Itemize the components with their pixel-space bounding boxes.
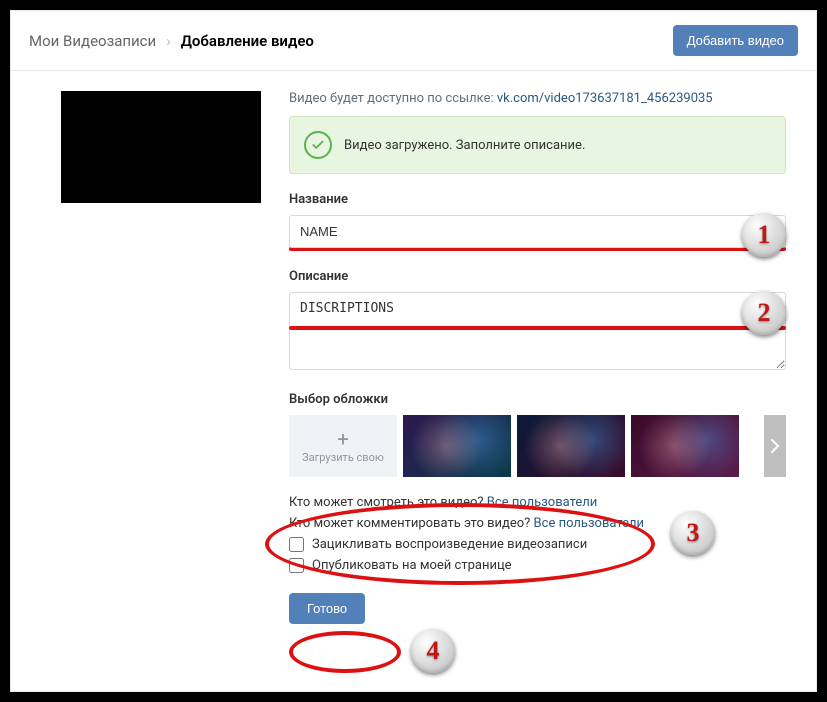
- video-link[interactable]: vk.com/video173637181_456239035: [497, 91, 713, 106]
- cover-next-button[interactable]: [764, 415, 786, 477]
- name-input[interactable]: [289, 215, 786, 248]
- privacy-comment-question: Кто может комментировать это видео?: [289, 516, 534, 531]
- header: Мои Видеозаписи › Добавление видео Добав…: [11, 11, 816, 71]
- annotation-underline-2: [289, 326, 786, 330]
- annotation-badge-4: 4: [411, 629, 455, 673]
- video-preview-thumbnail: [61, 91, 261, 203]
- chevron-right-icon: [770, 438, 780, 454]
- description-input[interactable]: DISCRIPTIONS: [289, 292, 786, 370]
- annotation-badge-2: 2: [742, 291, 786, 335]
- body: Видео будет доступно по ссылке: vk.com/v…: [11, 71, 816, 644]
- upload-cover-label: Загрузить свою: [302, 451, 384, 464]
- add-video-button[interactable]: Добавить видео: [673, 25, 798, 56]
- cover-option-2[interactable]: [517, 415, 625, 477]
- video-link-line: Видео будет доступно по ссылке: vk.com/v…: [289, 91, 786, 106]
- breadcrumb-separator: ›: [166, 32, 171, 50]
- checkmark-icon: [304, 131, 332, 159]
- description-field-block: Описание DISCRIPTIONS: [289, 269, 786, 374]
- loop-checkbox[interactable]: [289, 537, 304, 552]
- cover-option-1[interactable]: [403, 415, 511, 477]
- video-link-prefix: Видео будет доступно по ссылке:: [289, 91, 497, 106]
- cover-field-block: Выбор обложки + Загрузить свою: [289, 392, 786, 477]
- cover-row: + Загрузить свою: [289, 415, 786, 477]
- publish-checkbox[interactable]: [289, 558, 304, 573]
- upload-cover-button[interactable]: + Загрузить свою: [289, 415, 397, 477]
- annotation-badge-1: 1: [742, 213, 786, 257]
- breadcrumb-my-videos[interactable]: Мои Видеозаписи: [29, 32, 156, 50]
- done-button[interactable]: Готово: [289, 593, 365, 624]
- name-label: Название: [289, 192, 786, 207]
- breadcrumb: Мои Видеозаписи › Добавление видео: [29, 32, 314, 50]
- main-panel: Мои Видеозаписи › Добавление видео Добав…: [10, 10, 817, 692]
- plus-icon: +: [337, 429, 348, 449]
- privacy-comment-value[interactable]: Все пользователи: [534, 516, 645, 531]
- description-label: Описание: [289, 269, 786, 284]
- loop-label: Зацикливать воспроизведение видеозаписи: [312, 537, 587, 552]
- cover-label: Выбор обложки: [289, 392, 786, 407]
- success-text: Видео загружено. Заполните описание.: [344, 138, 585, 153]
- cover-option-3[interactable]: [631, 415, 739, 477]
- thumbnail-column: [61, 91, 261, 624]
- success-banner: Видео загружено. Заполните описание.: [289, 116, 786, 174]
- breadcrumb-current: Добавление видео: [181, 32, 314, 50]
- name-field-block: Название: [289, 192, 786, 251]
- privacy-view-line: Кто может смотреть это видео? Все пользо…: [289, 495, 786, 510]
- publish-checkbox-line: Опубликовать на моей странице: [289, 558, 786, 573]
- annotation-badge-3: 3: [671, 511, 715, 555]
- privacy-view-value[interactable]: Все пользователи: [487, 495, 598, 510]
- publish-label: Опубликовать на моей странице: [312, 558, 512, 573]
- privacy-view-question: Кто может смотреть это видео?: [289, 495, 487, 510]
